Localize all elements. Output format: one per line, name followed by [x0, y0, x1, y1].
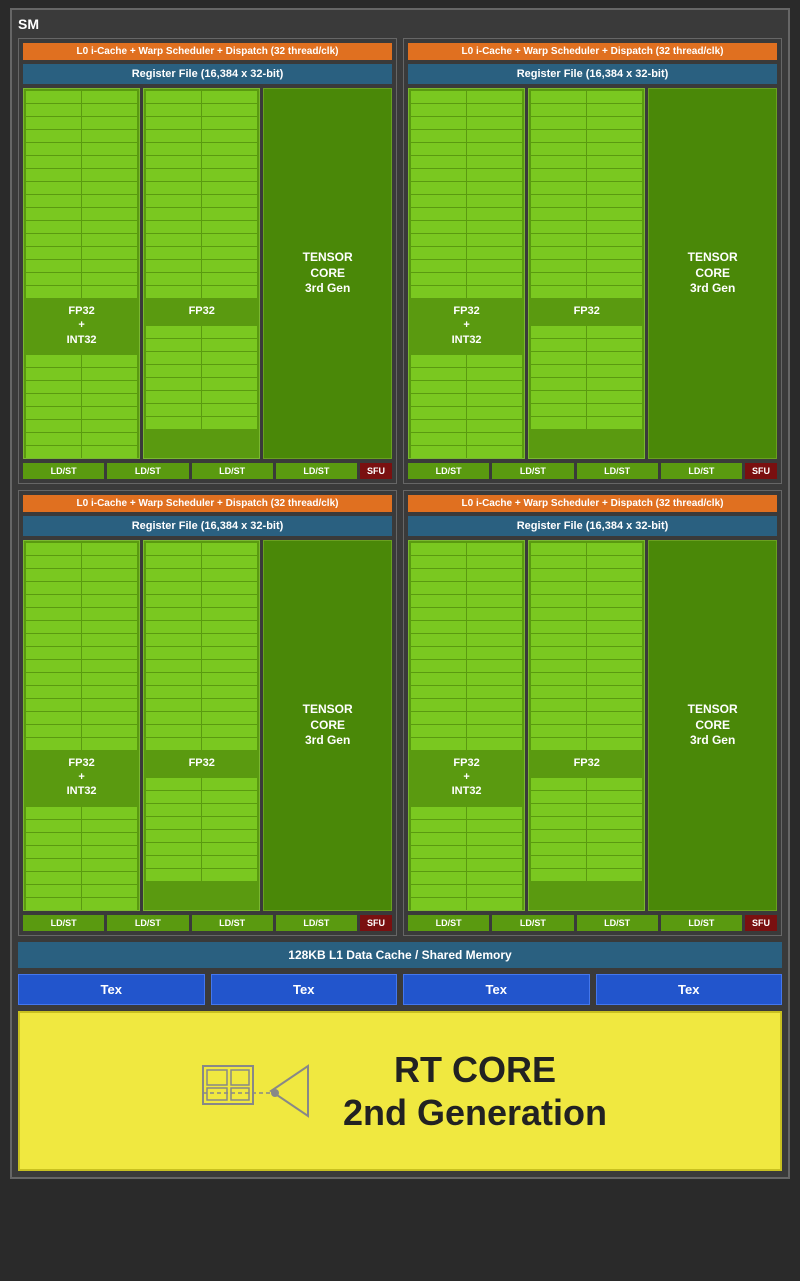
l1-cache-bar: 128KB L1 Data Cache / Shared Memory [18, 942, 782, 968]
tensor-col-4: TENSORCORE3rd Gen [648, 540, 777, 911]
fp32-col-4: FP32 [528, 540, 645, 911]
ldst-10: LD/ST [107, 915, 188, 931]
sfu-2: SFU [745, 463, 777, 479]
quadrant-4: L0 i-Cache + Warp Scheduler + Dispatch (… [403, 490, 782, 936]
fp32-label-2: FP32 [529, 298, 644, 324]
ldst-4: LD/ST [276, 463, 357, 479]
fp32-col-2: FP32 [528, 88, 645, 459]
tensor-label-4: TENSORCORE3rd Gen [684, 694, 742, 757]
ldst-15: LD/ST [577, 915, 658, 931]
tensor-label-3: TENSORCORE3rd Gen [299, 694, 357, 757]
fp32-col-1: FP32 [143, 88, 260, 459]
sm-container: SM L0 i-Cache + Warp Scheduler + Dispatc… [10, 8, 790, 1179]
cores-section-4: FP32+INT32 FP32 TENSORCORE3rd Gen [408, 540, 777, 911]
rt-icon [193, 1036, 313, 1146]
l0-cache-bar-1: L0 i-Cache + Warp Scheduler + Dispatch (… [23, 43, 392, 60]
tensor-label-1: TENSORCORE3rd Gen [299, 242, 357, 305]
register-file-bar-4: Register File (16,384 x 32-bit) [408, 516, 777, 536]
tensor-label-2: TENSORCORE3rd Gen [684, 242, 742, 305]
ldst-14: LD/ST [492, 915, 573, 931]
cores-section-3: FP32+INT32 FP32 TENSORCORE3rd Gen [23, 540, 392, 911]
sfu-1: SFU [360, 463, 392, 479]
l0-cache-bar-3: L0 i-Cache + Warp Scheduler + Dispatch (… [23, 495, 392, 512]
tex-row: Tex Tex Tex Tex [18, 974, 782, 1005]
ldst-9: LD/ST [23, 915, 104, 931]
fp32-label-4: FP32 [529, 750, 644, 776]
ldst-11: LD/ST [192, 915, 273, 931]
fp32-int32-label-1: FP32+INT32 [24, 298, 139, 353]
rt-core-label: RT CORE2nd Generation [343, 1048, 607, 1134]
ldst-5: LD/ST [408, 463, 489, 479]
bottom-row-3: LD/ST LD/ST LD/ST LD/ST SFU [23, 915, 392, 931]
bottom-row-1: LD/ST LD/ST LD/ST LD/ST SFU [23, 463, 392, 479]
l0-cache-bar-4: L0 i-Cache + Warp Scheduler + Dispatch (… [408, 495, 777, 512]
fp32-label-3: FP32 [144, 750, 259, 776]
cores-section-1: FP32+INT32 FP32 TENSORCORE3rd Gen [23, 88, 392, 459]
ldst-3: LD/ST [192, 463, 273, 479]
l0-cache-bar-2: L0 i-Cache + Warp Scheduler + Dispatch (… [408, 43, 777, 60]
bottom-row-2: LD/ST LD/ST LD/ST LD/ST SFU [408, 463, 777, 479]
bottom-row-4: LD/ST LD/ST LD/ST LD/ST SFU [408, 915, 777, 931]
tex-3: Tex [403, 974, 590, 1005]
ldst-6: LD/ST [492, 463, 573, 479]
tensor-col-2: TENSORCORE3rd Gen [648, 88, 777, 459]
rt-icon-svg [193, 1036, 313, 1146]
register-file-bar-2: Register File (16,384 x 32-bit) [408, 64, 777, 84]
fp32-int32-label-4: FP32+INT32 [409, 750, 524, 805]
fp32-label-1: FP32 [144, 298, 259, 324]
fp32-int32-label-2: FP32+INT32 [409, 298, 524, 353]
sfu-3: SFU [360, 915, 392, 931]
ldst-1: LD/ST [23, 463, 104, 479]
fp32-int32-label-3: FP32+INT32 [24, 750, 139, 805]
tensor-col-1: TENSORCORE3rd Gen [263, 88, 392, 459]
ldst-2: LD/ST [107, 463, 188, 479]
tensor-col-3: TENSORCORE3rd Gen [263, 540, 392, 911]
fp32-int32-col-2: FP32+INT32 [408, 88, 525, 459]
fp32-int32-col-1: FP32+INT32 [23, 88, 140, 459]
quadrants-grid: L0 i-Cache + Warp Scheduler + Dispatch (… [18, 38, 782, 936]
ldst-13: LD/ST [408, 915, 489, 931]
fp32-int32-col-4: FP32+INT32 [408, 540, 525, 911]
sfu-4: SFU [745, 915, 777, 931]
rt-core-container: RT CORE2nd Generation [18, 1011, 782, 1171]
register-file-bar-1: Register File (16,384 x 32-bit) [23, 64, 392, 84]
ldst-8: LD/ST [661, 463, 742, 479]
fp32-int32-col-3: FP32+INT32 [23, 540, 140, 911]
tex-1: Tex [18, 974, 205, 1005]
fp32-col-3: FP32 [143, 540, 260, 911]
quadrant-2: L0 i-Cache + Warp Scheduler + Dispatch (… [403, 38, 782, 484]
ldst-12: LD/ST [276, 915, 357, 931]
cores-section-2: FP32+INT32 FP32 TENSORCORE3rd Gen [408, 88, 777, 459]
quadrant-3: L0 i-Cache + Warp Scheduler + Dispatch (… [18, 490, 397, 936]
tex-2: Tex [211, 974, 398, 1005]
tex-4: Tex [596, 974, 783, 1005]
ldst-7: LD/ST [577, 463, 658, 479]
register-file-bar-3: Register File (16,384 x 32-bit) [23, 516, 392, 536]
quadrant-1: L0 i-Cache + Warp Scheduler + Dispatch (… [18, 38, 397, 484]
ldst-16: LD/ST [661, 915, 742, 931]
sm-label: SM [18, 16, 782, 32]
